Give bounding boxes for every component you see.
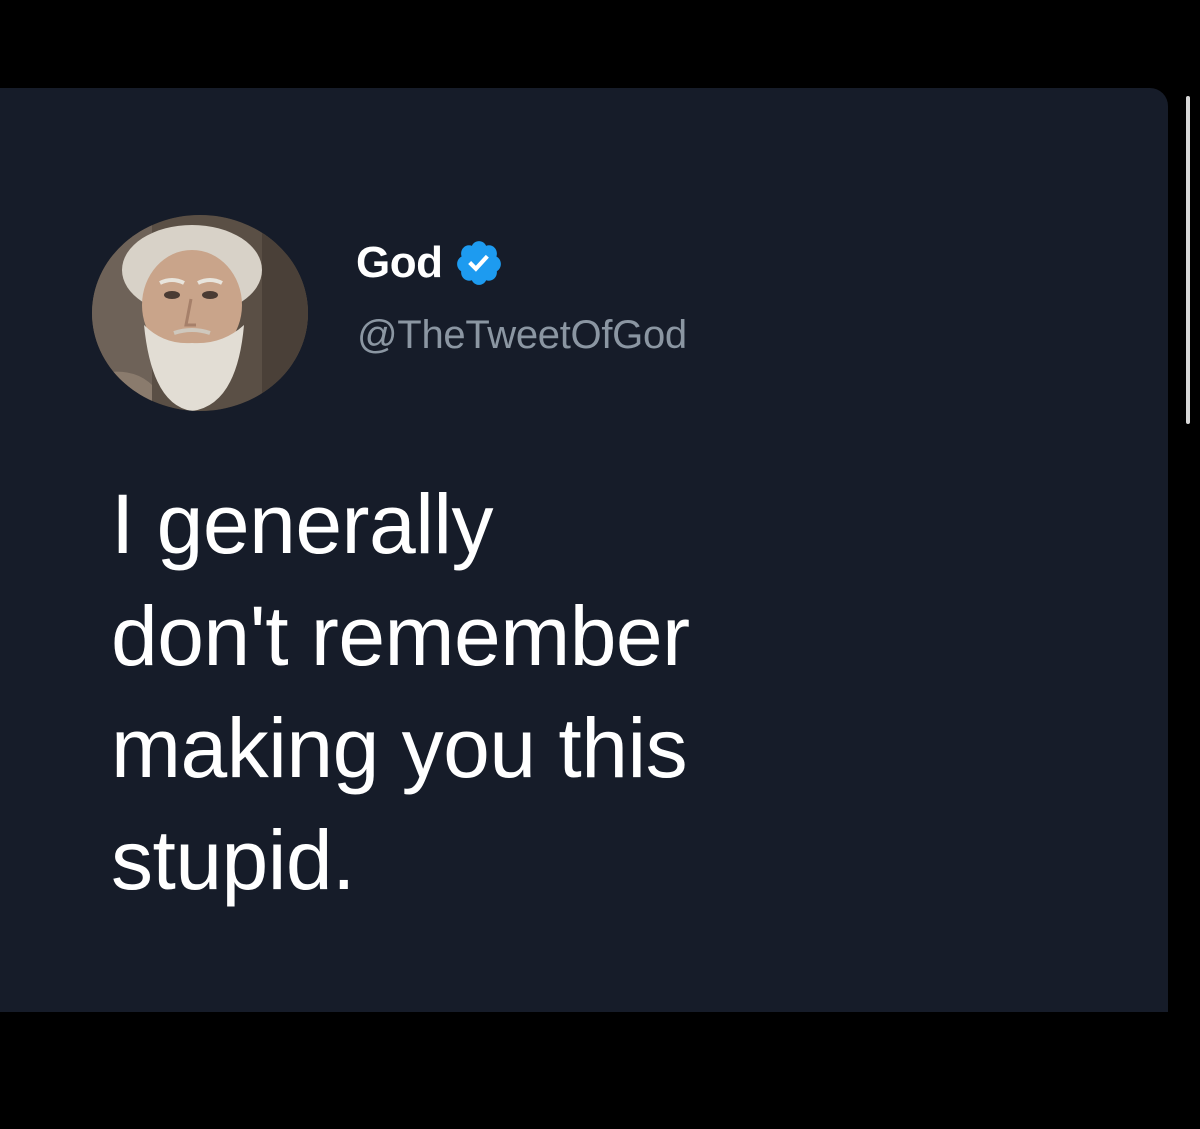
avatar[interactable]: [92, 215, 308, 411]
author-name-row: God: [356, 233, 504, 293]
display-name[interactable]: God: [356, 238, 443, 288]
verified-badge-icon: [457, 241, 502, 285]
bearded-man-portrait-icon: [92, 215, 308, 411]
tweet-text: I generally don't remember making you th…: [111, 477, 690, 907]
user-handle[interactable]: @TheTweetOfGod: [357, 313, 687, 358]
scrollbar[interactable]: [1186, 96, 1190, 424]
